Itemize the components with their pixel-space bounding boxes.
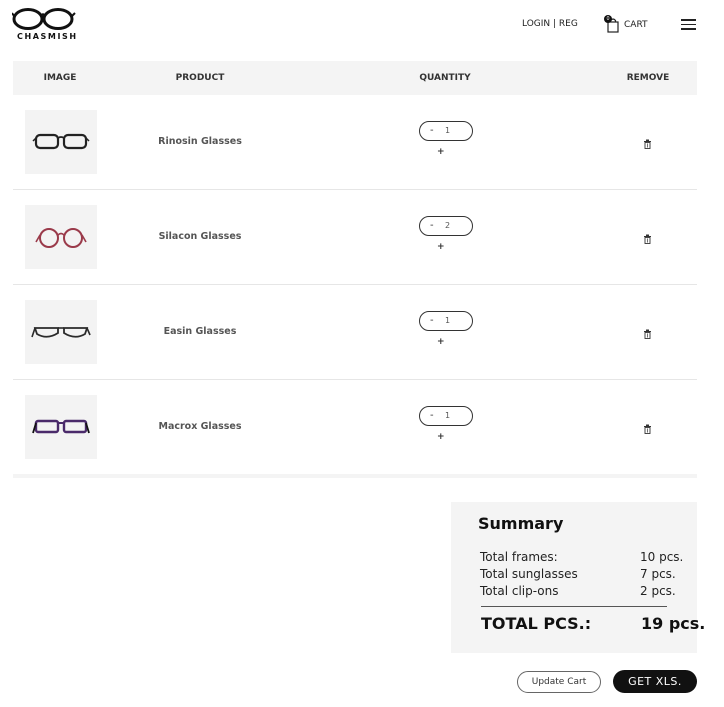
brand-name: CHASMISH xyxy=(17,32,78,41)
product-image[interactable] xyxy=(25,300,97,364)
product-image[interactable] xyxy=(25,205,97,269)
product-image[interactable] xyxy=(25,110,97,174)
quantity-value[interactable]: 1 xyxy=(445,125,450,137)
product-name[interactable]: Rinosin Glasses xyxy=(158,95,242,190)
shopping-bag-icon: 0 xyxy=(604,15,620,33)
quantity-increase-button[interactable]: + xyxy=(437,432,445,442)
trash-icon[interactable] xyxy=(643,231,652,244)
product-image[interactable] xyxy=(25,395,97,459)
cart-row: Silacon Glasses - 2 + xyxy=(13,190,697,285)
quantity-value[interactable]: 2 xyxy=(445,220,450,232)
product-name[interactable]: Silacon Glasses xyxy=(159,190,242,285)
login-register-link[interactable]: LOGIN | REG xyxy=(522,19,578,29)
summary-label-sunglasses: Total sunglasses xyxy=(480,567,578,581)
cart-row: Easin Glasses - 1 + xyxy=(13,285,697,380)
trash-icon[interactable] xyxy=(643,326,652,339)
quantity-stepper[interactable]: - 2 xyxy=(419,216,473,236)
column-header-quantity: QUANTITY xyxy=(419,73,471,83)
brand-logo[interactable]: CHASMISH xyxy=(12,8,76,42)
summary-value-frames: 10 pcs. xyxy=(640,550,684,564)
cart-link[interactable]: 0 CART xyxy=(604,15,648,34)
hamburger-menu-icon[interactable] xyxy=(681,19,696,31)
summary-total-value: 19 pcs. xyxy=(641,614,706,633)
summary-divider xyxy=(481,606,667,607)
quantity-increase-button[interactable]: + xyxy=(437,337,445,347)
summary-label-frames: Total frames: xyxy=(480,550,558,564)
summary-title: Summary xyxy=(478,514,564,533)
glasses-logo-icon xyxy=(12,8,76,30)
trash-icon[interactable] xyxy=(643,421,652,434)
get-xls-button[interactable]: GET XLS. xyxy=(613,670,697,693)
cart-row: Macrox Glasses - 1 + xyxy=(13,380,697,475)
cart-label: CART xyxy=(624,20,648,30)
quantity-value[interactable]: 1 xyxy=(445,315,450,327)
table-bottom-divider xyxy=(13,474,697,478)
site-header: CHASMISH LOGIN | REG 0 CART xyxy=(0,0,724,52)
summary-value-clip-ons: 2 pcs. xyxy=(640,584,676,598)
quantity-stepper[interactable]: - 1 xyxy=(419,406,473,426)
summary-label-clip-ons: Total clip-ons xyxy=(480,584,559,598)
cart-table-header: IMAGE PRODUCT QUANTITY REMOVE xyxy=(13,61,697,95)
quantity-decrease-button[interactable]: - xyxy=(430,314,434,328)
trash-icon[interactable] xyxy=(643,136,652,149)
cart-summary: Summary Total frames: 10 pcs. Total sung… xyxy=(451,502,705,653)
product-name[interactable]: Easin Glasses xyxy=(164,285,237,380)
quantity-decrease-button[interactable]: - xyxy=(430,409,434,423)
product-name[interactable]: Macrox Glasses xyxy=(158,380,241,475)
summary-total-label: TOTAL PCS.: xyxy=(481,614,592,633)
quantity-stepper[interactable]: - 1 xyxy=(419,121,473,141)
quantity-value[interactable]: 1 xyxy=(445,410,450,422)
quantity-increase-button[interactable]: + xyxy=(437,242,445,252)
cart-count-badge: 0 xyxy=(604,15,612,23)
update-cart-button[interactable]: Update Cart xyxy=(517,671,601,693)
column-header-product: PRODUCT xyxy=(175,73,225,83)
summary-value-sunglasses: 7 pcs. xyxy=(640,567,676,581)
quantity-increase-button[interactable]: + xyxy=(437,147,445,157)
quantity-stepper[interactable]: - 1 xyxy=(419,311,473,331)
quantity-decrease-button[interactable]: - xyxy=(430,124,434,138)
column-header-image: IMAGE xyxy=(43,73,77,83)
quantity-decrease-button[interactable]: - xyxy=(430,219,434,233)
column-header-remove: REMOVE xyxy=(626,73,670,83)
cart-row: Rinosin Glasses - 1 + xyxy=(13,95,697,190)
